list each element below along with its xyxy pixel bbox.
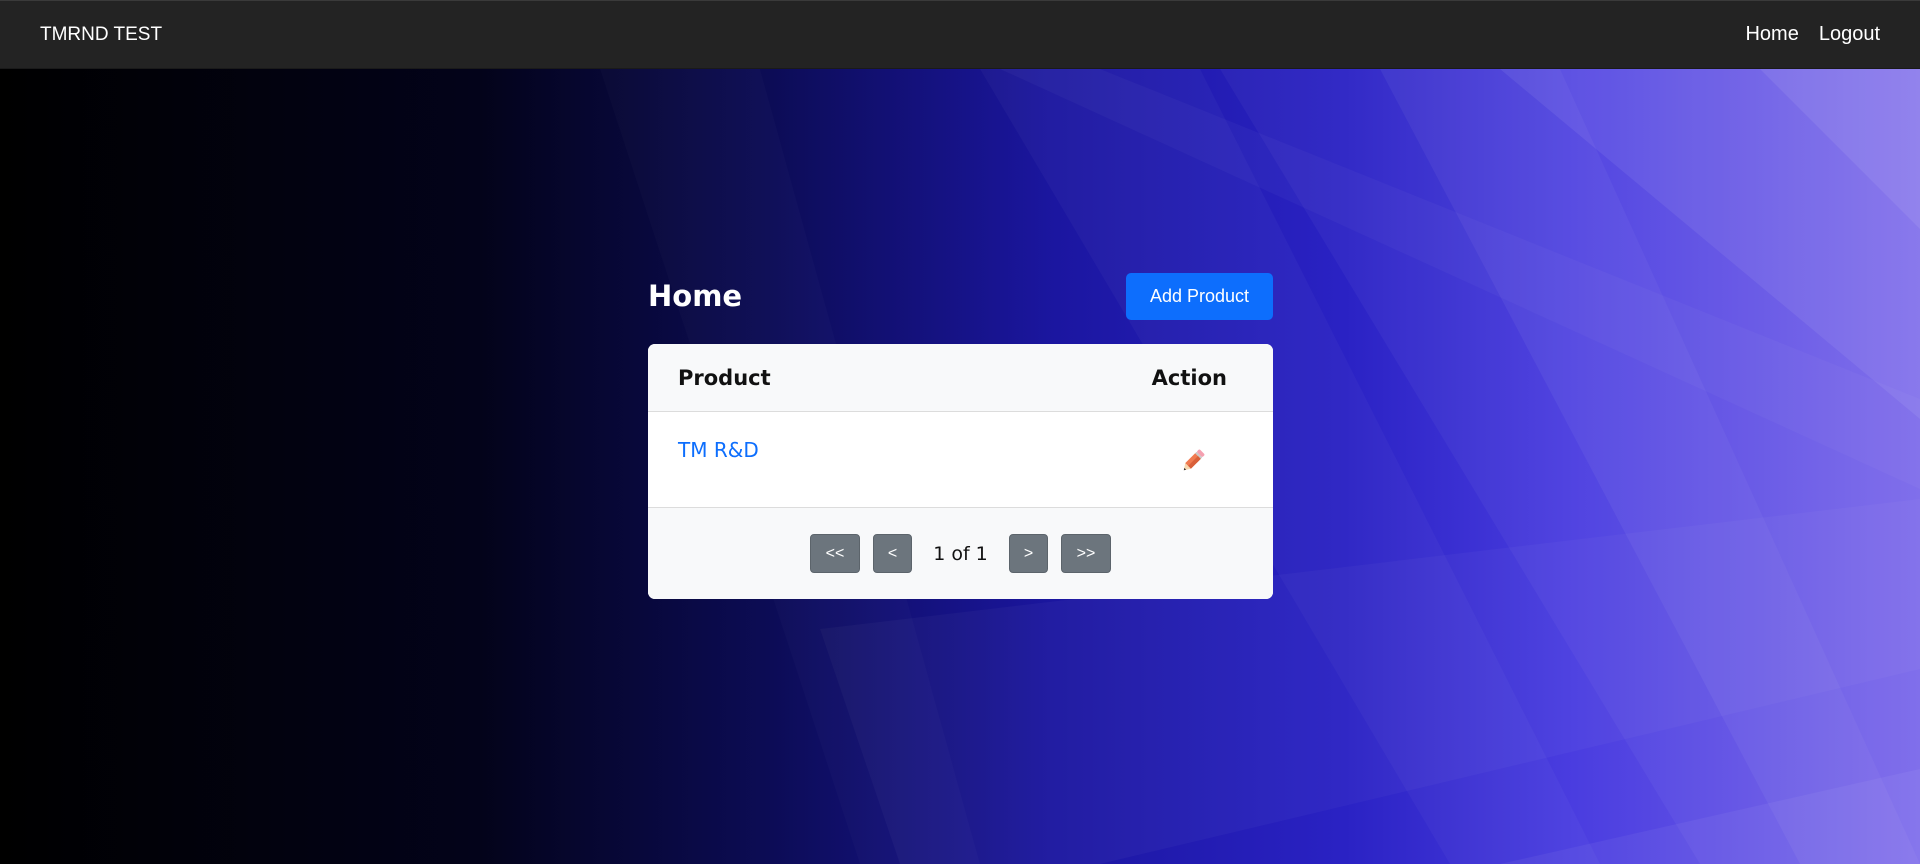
page-info: 1 of 1 bbox=[933, 542, 988, 565]
add-product-button[interactable]: Add Product bbox=[1126, 272, 1273, 320]
brand-name[interactable]: TMRND TEST bbox=[40, 24, 162, 46]
first-page-button[interactable]: << bbox=[810, 534, 860, 573]
pencil-icon[interactable] bbox=[1178, 446, 1208, 476]
next-page-button[interactable]: > bbox=[1009, 534, 1048, 573]
main-content: Home Add Product Product Action TM R&D <… bbox=[648, 272, 1273, 599]
column-header-product: Product bbox=[678, 365, 771, 390]
table-header: Product Action bbox=[648, 344, 1273, 412]
product-link[interactable]: TM R&D bbox=[678, 438, 759, 462]
nav-link-home[interactable]: Home bbox=[1745, 23, 1798, 46]
navbar: TMRND TEST Home Logout bbox=[0, 0, 1920, 69]
table-row: TM R&D bbox=[648, 412, 1273, 508]
nav-links: Home Logout bbox=[1745, 23, 1880, 46]
product-table-card: Product Action TM R&D << < 1 of 1 > >> bbox=[648, 344, 1273, 599]
column-header-action: Action bbox=[1151, 365, 1227, 390]
pagination: << < 1 of 1 > >> bbox=[648, 508, 1273, 599]
last-page-button[interactable]: >> bbox=[1061, 534, 1111, 573]
previous-page-button[interactable]: < bbox=[873, 534, 912, 573]
page-header: Home Add Product bbox=[648, 272, 1273, 320]
page-title: Home bbox=[648, 279, 743, 313]
nav-link-logout[interactable]: Logout bbox=[1819, 23, 1880, 46]
